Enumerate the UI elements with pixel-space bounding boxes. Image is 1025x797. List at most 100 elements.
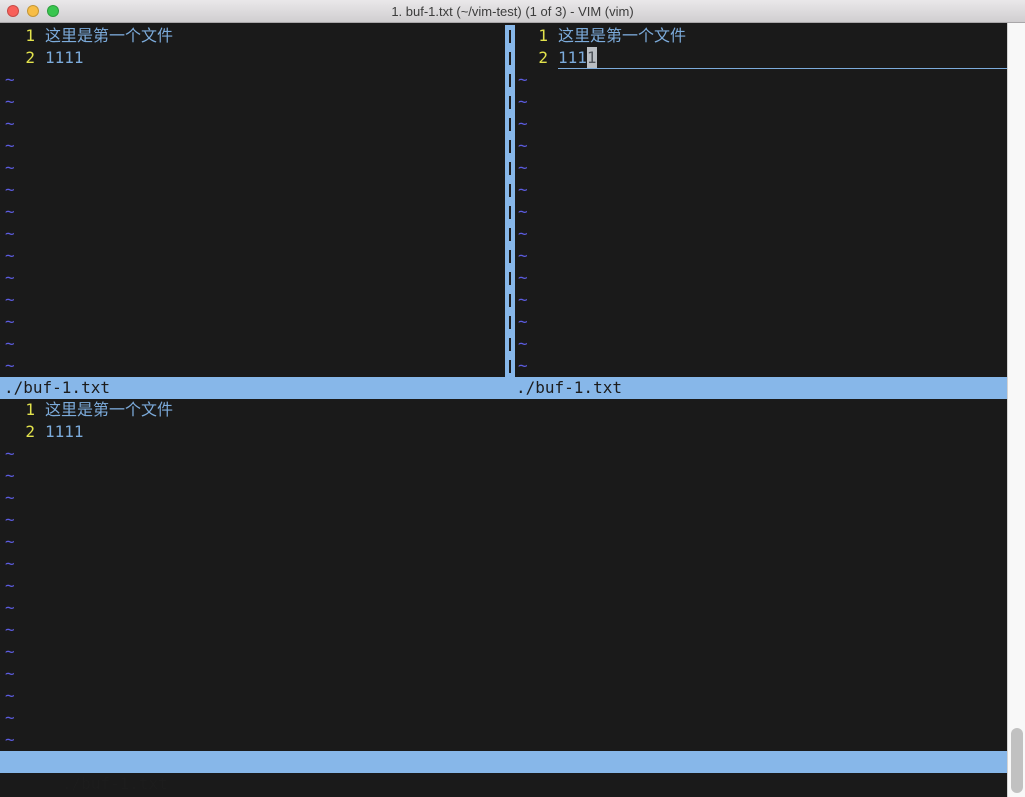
buffer-line-cursor[interactable]: 2 1111 (515, 47, 1007, 69)
tilde-empty-line: ~ (0, 619, 1007, 641)
tilde-empty-line: ~ (0, 597, 1007, 619)
separator-row (505, 267, 515, 289)
tilde-empty-line: ~ (0, 245, 505, 267)
tilde-empty-line: ~ (0, 509, 1007, 531)
tilde-empty-line: ~ (0, 333, 505, 355)
line-number: 1 (518, 25, 548, 47)
buffer-line[interactable]: 1这里是第一个文件 (0, 25, 505, 47)
separator-bar-icon (509, 74, 511, 87)
buffer-line[interactable]: 1 这里是第一个文件 (515, 25, 1007, 47)
line-text: 111 (558, 47, 587, 68)
scrollbar-track[interactable] (1007, 23, 1025, 797)
macvim-window: 1. buf-1.txt (~/vim-test) (1 of 3) - VIM… (0, 0, 1025, 797)
line-number: 2 (5, 47, 35, 69)
empty-lines: ~~~~~~~~~~~~~~ (0, 443, 1007, 751)
vim-window-top-right[interactable]: 1这里是第一个文件 21111 ~~~~~~~~~~~~~~ (515, 25, 1007, 377)
cursor-line: 1111 (558, 47, 1007, 69)
tilde-empty-line: ~ (515, 311, 1007, 333)
statusline-top: ./buf-1.txt ./buf-1.txt (0, 377, 1007, 399)
separator-row (505, 355, 515, 377)
separator-bar-icon (509, 206, 511, 219)
tilde-empty-line: ~ (0, 135, 505, 157)
separator-bar-icon (509, 96, 511, 109)
separator-row (505, 289, 515, 311)
separator-row (505, 245, 515, 267)
tilde-empty-line: ~ (0, 223, 505, 245)
separator-bar-icon (509, 272, 511, 285)
empty-lines: ~~~~~~~~~~~~~~ (515, 69, 1007, 377)
separator-bar-icon (509, 140, 511, 153)
separator-row (505, 69, 515, 91)
tilde-empty-line: ~ (0, 201, 505, 223)
separator-row (505, 25, 515, 47)
tilde-empty-line: ~ (0, 487, 1007, 509)
tilde-empty-line: ~ (515, 135, 1007, 157)
tilde-empty-line: ~ (515, 223, 1007, 245)
tilde-empty-line: ~ (515, 267, 1007, 289)
line-number: 2 (5, 421, 35, 443)
tilde-empty-line: ~ (515, 245, 1007, 267)
tilde-empty-line: ~ (0, 267, 505, 289)
close-button[interactable] (7, 5, 19, 17)
statusline-bottom: ./buf-1.txt (0, 751, 1007, 773)
tilde-empty-line: ~ (515, 113, 1007, 135)
vim-window-top-left[interactable]: 1这里是第一个文件 21111 ~~~~~~~~~~~~~~ (0, 25, 505, 377)
tilde-empty-line: ~ (515, 157, 1007, 179)
minimize-button[interactable] (27, 5, 39, 17)
tilde-empty-line: ~ (0, 179, 505, 201)
traffic-lights (7, 5, 59, 17)
cursor-line-fill (597, 47, 1007, 68)
buffer-line[interactable]: 2 1111 (0, 47, 505, 69)
separator-row (505, 179, 515, 201)
separator-bar-icon (509, 118, 511, 131)
tilde-empty-line: ~ (0, 729, 1007, 751)
statusline-filename-left: ./buf-1.txt (0, 377, 515, 399)
tilde-empty-line: ~ (0, 575, 1007, 597)
separator-row (505, 311, 515, 333)
separator-bar-icon (509, 184, 511, 197)
buffer-line[interactable]: 2 1111 (0, 421, 1007, 443)
tilde-empty-line: ~ (0, 685, 1007, 707)
tilde-empty-line: ~ (515, 69, 1007, 91)
tilde-empty-line: ~ (0, 113, 505, 135)
top-split: 1这里是第一个文件 21111 ~~~~~~~~~~~~~~ 1这里是第一个文件… (0, 25, 1007, 377)
tilde-empty-line: ~ (0, 531, 1007, 553)
separator-row (505, 201, 515, 223)
tilde-empty-line: ~ (0, 707, 1007, 729)
scrollbar-thumb[interactable] (1011, 728, 1023, 793)
tilde-empty-line: ~ (515, 201, 1007, 223)
separator-row (505, 113, 515, 135)
separator-bar-icon (509, 30, 511, 43)
separator-row (505, 223, 515, 245)
separator-bar-icon (509, 338, 511, 351)
line-text: 这里是第一个文件 (558, 25, 686, 47)
tilde-empty-line: ~ (0, 91, 505, 113)
line-text: 1111 (45, 47, 84, 69)
tilde-empty-line: ~ (0, 641, 1007, 663)
cursor: 1 (587, 47, 597, 68)
separator-bar-icon (509, 360, 511, 373)
vertical-separator[interactable] (505, 25, 515, 377)
line-text: 1111 (45, 421, 84, 443)
separator-bar-icon (509, 250, 511, 263)
line-number: 1 (5, 25, 35, 47)
buffer-line[interactable]: 1这里是第一个文件 (0, 399, 1007, 421)
separator-row (505, 135, 515, 157)
separator-row (505, 91, 515, 113)
command-line[interactable]: :vsp (0, 773, 1007, 795)
separator-row (505, 47, 515, 69)
tilde-empty-line: ~ (515, 355, 1007, 377)
separator-bar-icon (509, 228, 511, 241)
tilde-empty-line: ~ (0, 443, 1007, 465)
tilde-empty-line: ~ (515, 333, 1007, 355)
tilde-empty-line: ~ (0, 289, 505, 311)
titlebar[interactable]: 1. buf-1.txt (~/vim-test) (1 of 3) - VIM… (0, 0, 1025, 23)
tilde-empty-line: ~ (0, 465, 1007, 487)
separator-bar-icon (509, 294, 511, 307)
tilde-empty-line: ~ (0, 355, 505, 377)
zoom-button[interactable] (47, 5, 59, 17)
line-number: 2 (518, 47, 548, 69)
separator-bar-icon (509, 316, 511, 329)
tilde-empty-line: ~ (0, 69, 505, 91)
vim-window-bottom[interactable]: 1这里是第一个文件 2 1111 ~~~~~~~~~~~~~~ (0, 399, 1007, 751)
